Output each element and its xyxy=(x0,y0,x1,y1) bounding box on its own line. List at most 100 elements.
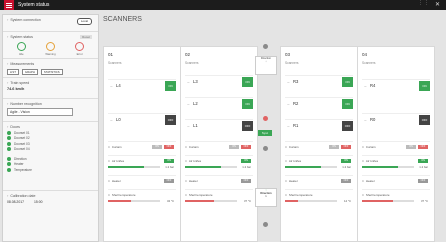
mode-item-label: Heater xyxy=(14,162,24,166)
zone-toggle[interactable]: OFF xyxy=(242,121,253,131)
zone-row: ← L2 ON xyxy=(185,97,253,110)
more-icon[interactable]: ⋮⋮ xyxy=(418,0,430,6)
curtain-off-toggle[interactable]: OFF xyxy=(164,145,174,149)
arrow-left-icon: ← xyxy=(187,124,191,128)
chevron-icon[interactable]: › xyxy=(7,17,8,22)
chevron-icon[interactable]: › xyxy=(7,101,8,106)
zone-toggle[interactable]: OFF xyxy=(342,121,353,131)
checkbox-icon[interactable]: □ xyxy=(185,179,187,183)
connection-toggle[interactable]: Local xyxy=(76,18,92,25)
status-dot-icon xyxy=(7,156,11,161)
zone-toggle[interactable]: ON xyxy=(342,77,353,87)
status-item: Error xyxy=(75,42,85,56)
checkbox-icon[interactable]: □ xyxy=(185,145,187,149)
zone-row: ← R3 ON xyxy=(285,75,353,88)
zone-toggle[interactable]: ON xyxy=(419,81,430,91)
checkbox-icon[interactable]: □ xyxy=(362,179,364,183)
status-dot-icon xyxy=(7,147,11,151)
checkbox-icon[interactable]: □ xyxy=(362,145,364,149)
door-item[interactable]: Doorset 03 xyxy=(7,141,94,146)
heater-toggle[interactable]: OFF xyxy=(241,179,251,183)
status-dot-icon xyxy=(7,162,11,166)
mode-item[interactable]: Heater xyxy=(7,162,94,166)
curtain-off-toggle[interactable]: OFF xyxy=(241,145,251,149)
mode-item[interactable]: Direction xyxy=(7,156,94,161)
zone-toggle[interactable]: ON xyxy=(342,99,353,109)
zone-row: ← L3 ON xyxy=(185,75,253,88)
air-knife-toggle[interactable]: ON xyxy=(418,159,428,163)
zone-toggle[interactable]: OFF xyxy=(419,115,430,125)
measurement-button[interactable]: GRAPH xyxy=(21,69,38,75)
arrow-left-icon: ← xyxy=(287,102,291,106)
doors-label: Doors xyxy=(10,124,20,129)
shell-temp-bar xyxy=(185,200,237,202)
checkbox-icon[interactable]: □ xyxy=(185,193,187,197)
status-reset[interactable]: Reset xyxy=(80,35,92,39)
checkbox-icon[interactable]: □ xyxy=(108,145,110,149)
door-item-label: Doorset 03 xyxy=(14,141,30,146)
door-item[interactable]: Doorset 02 xyxy=(7,136,94,140)
checkbox-icon[interactable]: □ xyxy=(285,145,287,149)
checkbox-icon[interactable]: □ xyxy=(285,193,287,197)
chevron-icon[interactable]: › xyxy=(7,193,8,198)
air-knife-text: Air knifes xyxy=(111,159,125,163)
shell-temp-value: 37 °C xyxy=(243,199,251,203)
curtain-on-toggle[interactable]: ON xyxy=(406,145,416,149)
checkbox-icon[interactable]: □ xyxy=(108,159,110,163)
zone-toggle[interactable]: ON xyxy=(242,99,253,109)
heater-row: □ Heater OFF xyxy=(285,175,353,186)
number-recognition-select[interactable]: Agile - Vision xyxy=(7,108,73,116)
direction-bottom[interactable]: ↑ Direction 1 xyxy=(255,188,277,207)
door-item-label: Doorset 01 xyxy=(14,130,30,135)
checkbox-icon[interactable]: □ xyxy=(108,193,110,197)
chevron-icon[interactable]: › xyxy=(7,124,8,129)
number-recognition-section: › Number recognition Agile - Vision xyxy=(3,99,98,122)
door-item[interactable]: Doorset 01 xyxy=(7,130,94,135)
checkbox-icon[interactable]: □ xyxy=(285,159,287,163)
direction-top[interactable]: Direction ↓ xyxy=(255,56,277,75)
sync-button[interactable]: Sync xyxy=(258,130,272,136)
measurement-button[interactable]: LIST xyxy=(7,69,19,75)
checkbox-icon[interactable]: □ xyxy=(285,179,287,183)
air-knife-value: 1.2 bar xyxy=(165,165,174,169)
curtain-off-toggle[interactable]: OFF xyxy=(418,145,428,149)
zone-toggle[interactable]: ON xyxy=(165,81,176,91)
bottom-circle-icon[interactable] xyxy=(263,222,268,227)
zone-label: R1 xyxy=(293,123,299,128)
heater-text: Heater xyxy=(111,179,121,183)
shell-temp-row: □ Shell temperature 14 °C xyxy=(285,189,353,204)
menu-button[interactable] xyxy=(4,0,14,10)
air-knife-toggle[interactable]: ON xyxy=(341,159,351,163)
heater-row: □ Heater OFF xyxy=(185,175,253,186)
curtain-label: □ Curtain xyxy=(185,145,198,149)
air-knife-text: Air knifes xyxy=(365,159,379,163)
mode-item[interactable]: Temperature xyxy=(7,167,94,172)
heater-text: Heater xyxy=(365,179,375,183)
zone-toggle[interactable]: OFF xyxy=(165,115,176,125)
checkbox-icon[interactable]: □ xyxy=(108,179,110,183)
checkbox-icon[interactable]: □ xyxy=(362,193,364,197)
air-knife-toggle[interactable]: ON xyxy=(164,159,174,163)
measurement-button[interactable]: STATISTICS xyxy=(40,69,63,75)
heater-toggle[interactable]: OFF xyxy=(341,179,351,183)
checkbox-icon[interactable]: □ xyxy=(362,159,364,163)
air-knife-label: □ Air knifes xyxy=(108,159,124,163)
heater-toggle[interactable]: OFF xyxy=(418,179,428,183)
chevron-icon[interactable]: › xyxy=(7,80,8,85)
arrow-left-icon: ← xyxy=(110,84,114,88)
curtain-on-toggle[interactable]: ON xyxy=(329,145,339,149)
mid-circle-icon[interactable] xyxy=(263,146,268,151)
zone-toggle[interactable]: ON xyxy=(242,77,253,87)
top-circle-icon[interactable] xyxy=(263,44,268,49)
curtain-on-toggle[interactable]: ON xyxy=(152,145,162,149)
air-knife-toggle[interactable]: ON xyxy=(241,159,251,163)
heater-toggle[interactable]: OFF xyxy=(164,179,174,183)
alert-circle-icon[interactable] xyxy=(263,116,268,121)
chevron-icon[interactable]: › xyxy=(7,61,8,66)
curtain-off-toggle[interactable]: OFF xyxy=(341,145,351,149)
curtain-on-toggle[interactable]: ON xyxy=(229,145,239,149)
close-icon[interactable]: ✕ xyxy=(435,1,440,8)
checkbox-icon[interactable]: □ xyxy=(185,159,187,163)
chevron-icon[interactable]: › xyxy=(7,34,8,39)
curtain-label: □ Curtain xyxy=(285,145,298,149)
